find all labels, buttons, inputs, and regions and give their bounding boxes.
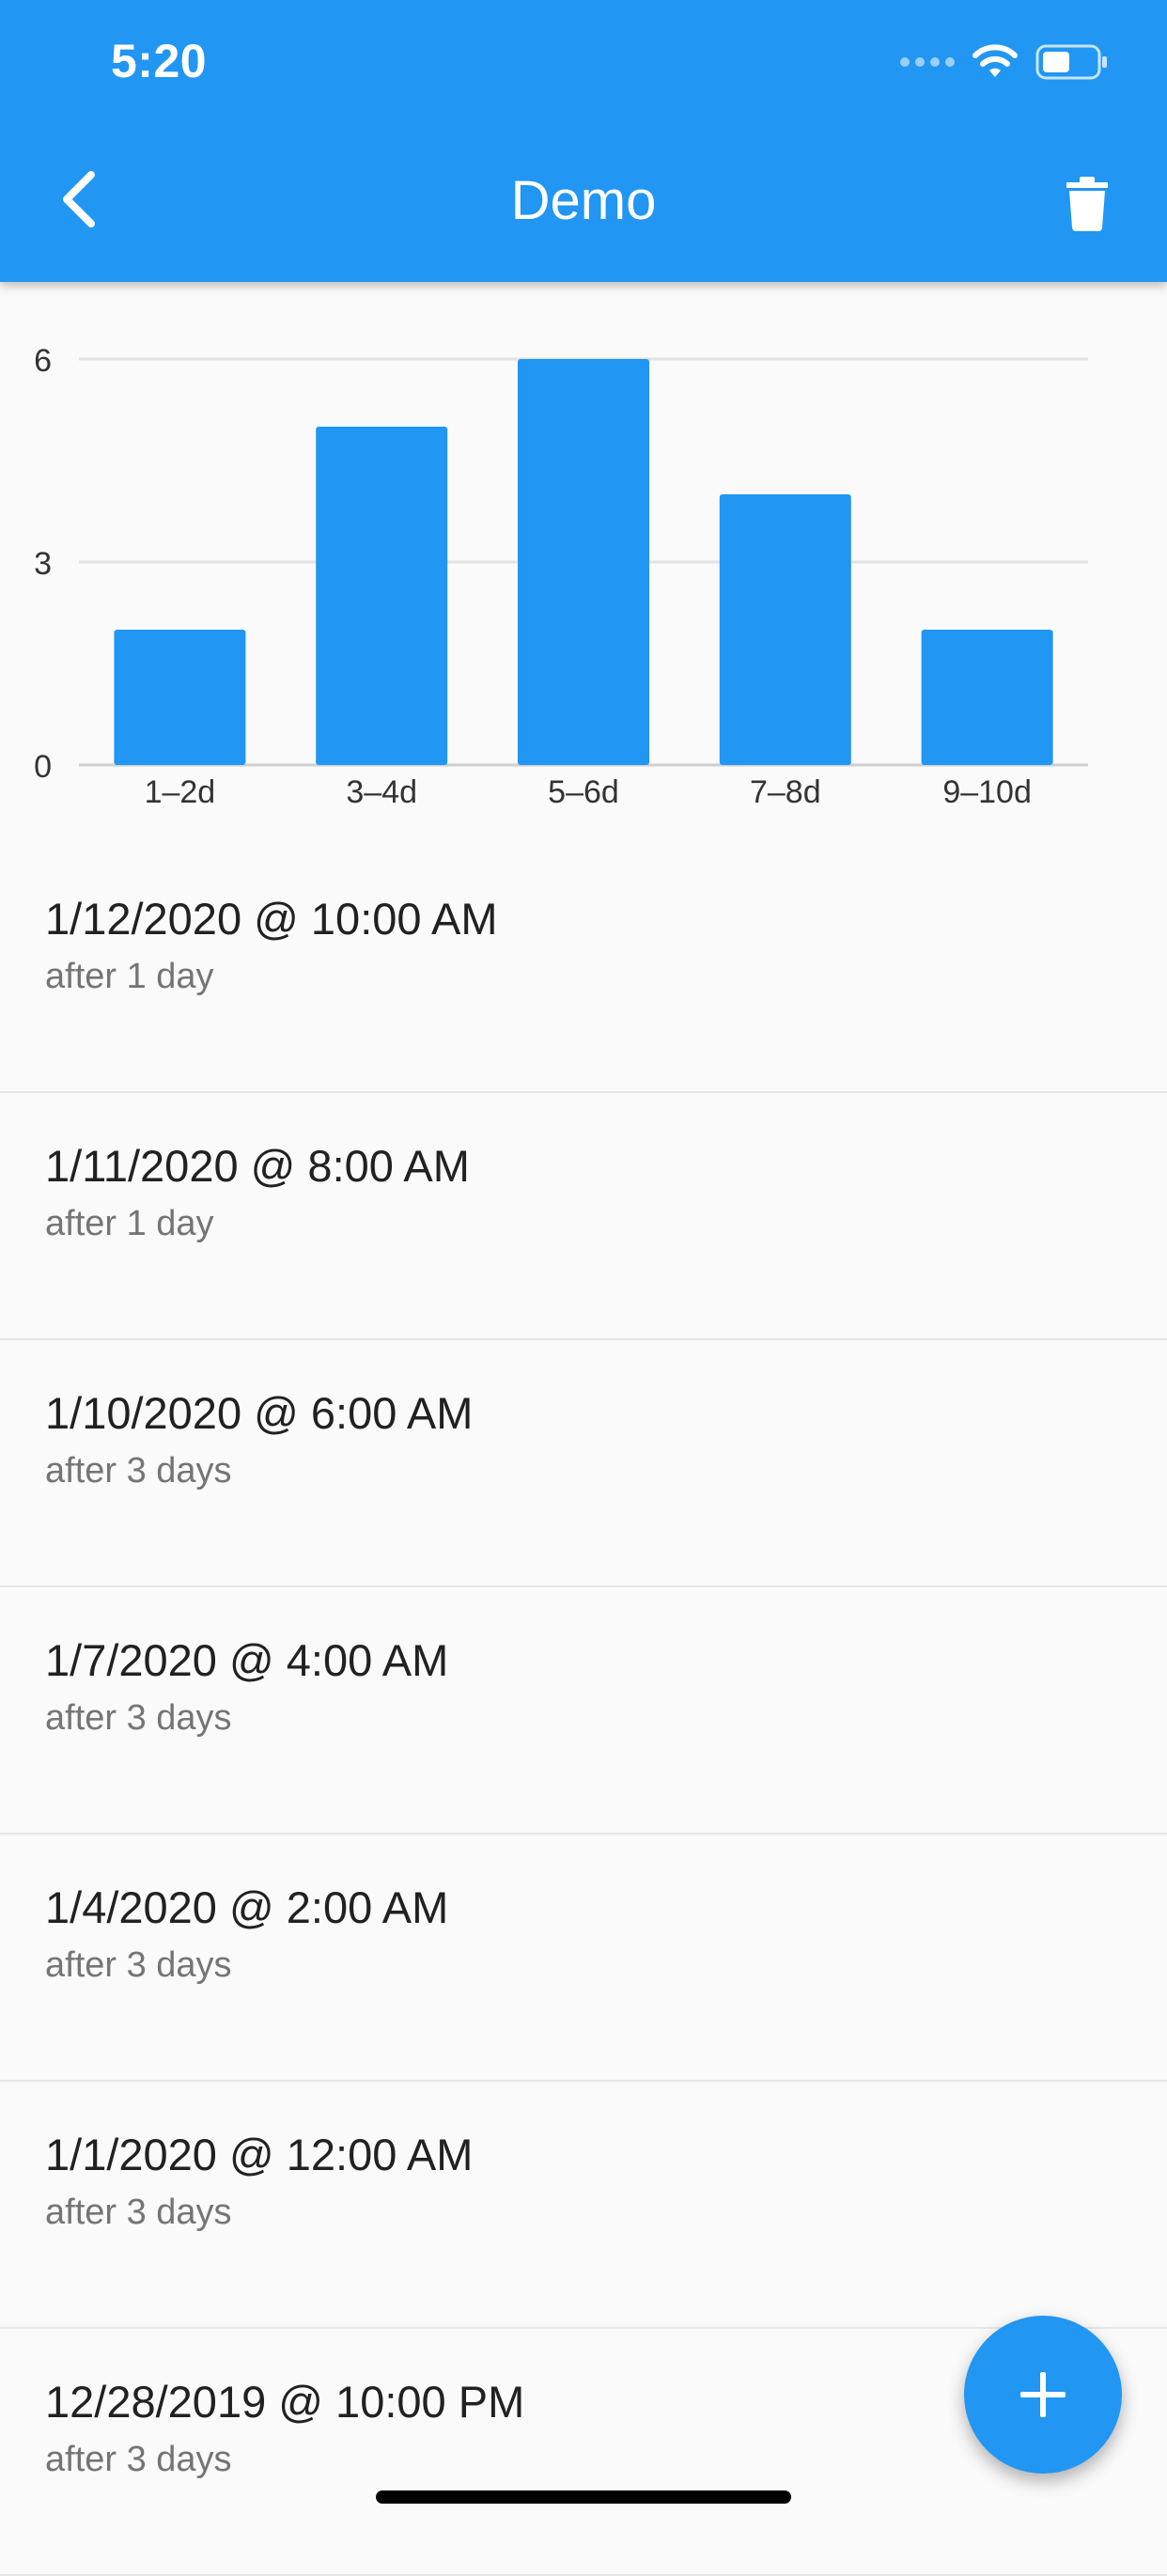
list-item[interactable]: 1/4/2020 @ 2:00 AM after 3 days bbox=[0, 1834, 1167, 2082]
x-tick-label: 1–2d bbox=[145, 774, 216, 810]
plus-icon bbox=[1020, 2372, 1066, 2417]
list-item[interactable]: 1/10/2020 @ 6:00 AM after 3 days bbox=[0, 1340, 1167, 1587]
list-item-subtitle: after 3 days bbox=[45, 2193, 232, 2232]
bar bbox=[114, 630, 246, 765]
x-tick-label: 7–8d bbox=[750, 774, 821, 810]
list-item-title: 1/10/2020 @ 6:00 AM bbox=[45, 1388, 474, 1438]
signal-dots-icon bbox=[900, 57, 955, 67]
list-item-subtitle: after 3 days bbox=[45, 1451, 232, 1491]
list-item-subtitle: after 1 day bbox=[45, 957, 214, 996]
bar bbox=[921, 630, 1053, 765]
x-tick-label: 5–6d bbox=[548, 774, 619, 810]
battery-icon bbox=[1035, 44, 1107, 80]
bar bbox=[518, 359, 649, 765]
chart-svg: 0 3 6 1–2d 3–4d 5–6d 7–8d 9–10d bbox=[34, 343, 1088, 810]
list-item-title: 1/4/2020 @ 2:00 AM bbox=[45, 1882, 449, 1932]
list-item-title: 1/11/2020 @ 8:00 AM bbox=[45, 1141, 470, 1191]
histogram-chart: 0 3 6 1–2d 3–4d 5–6d 7–8d 9–10d bbox=[0, 320, 1167, 827]
list-item-title: 12/28/2019 @ 10:00 PM bbox=[45, 2377, 525, 2427]
delete-button[interactable] bbox=[1045, 162, 1129, 246]
status-time: 5:20 bbox=[111, 35, 208, 87]
wifi-icon bbox=[972, 44, 1018, 77]
x-tick-label: 9–10d bbox=[942, 774, 1032, 810]
list-item-title: 1/7/2020 @ 4:00 AM bbox=[45, 1635, 449, 1685]
list-item[interactable]: 1/1/2020 @ 12:00 AM after 3 days bbox=[0, 2082, 1167, 2329]
page-title: Demo bbox=[510, 170, 657, 231]
x-tick-label: 3–4d bbox=[346, 774, 417, 810]
app-bar: 5:20 Demo bbox=[0, 0, 1167, 282]
list-item-title: 1/1/2020 @ 12:00 AM bbox=[45, 2130, 474, 2179]
list-item-subtitle: after 3 days bbox=[45, 2440, 232, 2479]
status-icons bbox=[900, 41, 1109, 83]
add-entry-button[interactable] bbox=[964, 2316, 1122, 2474]
list-item-subtitle: after 3 days bbox=[45, 1698, 232, 1738]
list-item[interactable]: 1/11/2020 @ 8:00 AM after 1 day bbox=[0, 1093, 1167, 1340]
list-item-title: 1/12/2020 @ 10:00 AM bbox=[45, 894, 498, 944]
list-item[interactable]: 1/12/2020 @ 10:00 AM after 1 day bbox=[0, 846, 1167, 1093]
list-item-subtitle: after 3 days bbox=[45, 1945, 232, 1985]
list-item[interactable]: 1/7/2020 @ 4:00 AM after 3 days bbox=[0, 1587, 1167, 1834]
entry-list: 1/12/2020 @ 10:00 AM after 1 day 1/11/20… bbox=[0, 846, 1167, 2576]
y-tick-label: 6 bbox=[34, 343, 52, 379]
bar bbox=[316, 427, 448, 765]
list-item-subtitle: after 1 day bbox=[45, 1204, 214, 1243]
trash-icon bbox=[1066, 177, 1108, 231]
y-tick-label: 3 bbox=[34, 546, 52, 582]
bar bbox=[719, 494, 851, 765]
home-indicator bbox=[376, 2490, 791, 2504]
y-tick-label: 0 bbox=[34, 749, 52, 785]
